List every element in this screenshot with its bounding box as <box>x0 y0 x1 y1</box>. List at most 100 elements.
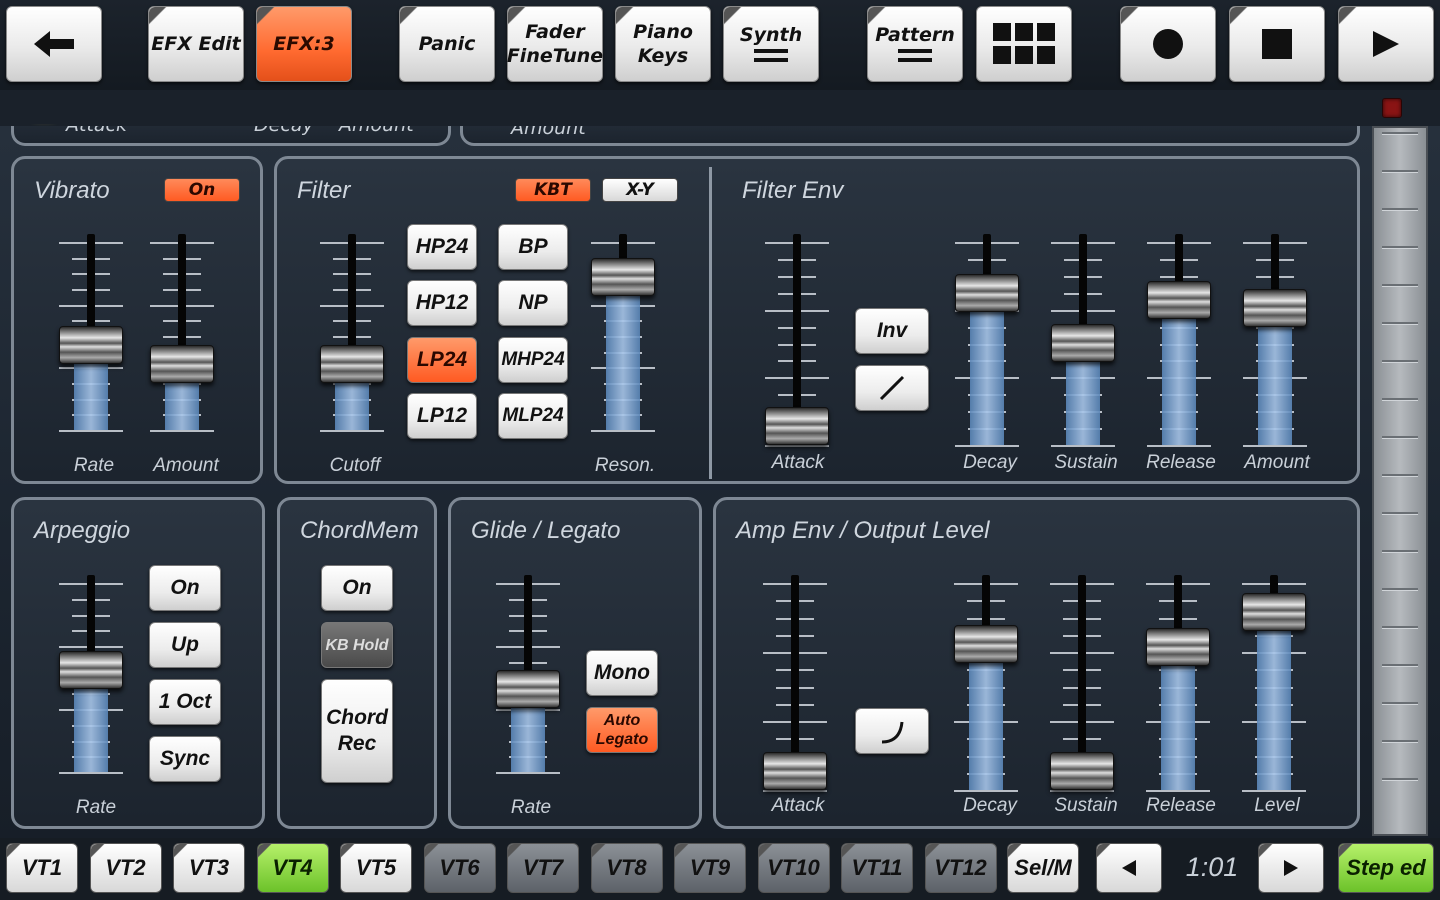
chord-rec-button[interactable]: Chord Rec <box>321 679 393 783</box>
track-button-vt7[interactable]: VT7 <box>507 843 579 893</box>
fader-track <box>178 234 186 355</box>
track-button-vt11[interactable]: VT11 <box>841 843 913 893</box>
filter-type-mlp24[interactable]: MLP24 <box>498 393 568 439</box>
pattern-button[interactable]: Pattern <box>867 6 963 82</box>
filter-type-hp12[interactable]: HP12 <box>407 280 477 326</box>
filter-kbt-button[interactable]: KBT <box>515 178 591 202</box>
stop-button[interactable] <box>1229 6 1325 82</box>
track-button-vt8[interactable]: VT8 <box>590 843 663 893</box>
fader-fill <box>1066 353 1100 445</box>
scroll-rail-notch <box>1382 740 1418 743</box>
fader-knob[interactable] <box>59 325 123 364</box>
fader-knob[interactable] <box>1050 752 1114 790</box>
fader-track <box>87 575 95 662</box>
arpeggio-rate-label: Rate <box>75 797 117 818</box>
kb-hold-button[interactable]: KB Hold <box>321 622 393 668</box>
efx-edit-button[interactable]: EFX Edit <box>148 6 244 82</box>
fader-knob[interactable] <box>1051 323 1115 362</box>
fader-fill <box>1258 319 1292 445</box>
mono-button[interactable]: Mono <box>586 650 658 696</box>
synth-button[interactable]: Synth <box>723 6 819 82</box>
piano-keys-button[interactable]: Piano Keys <box>615 6 711 82</box>
track-button-vt12[interactable]: VT12 <box>924 843 997 893</box>
grid-view-button[interactable] <box>976 6 1072 82</box>
filter-env-inv-button[interactable]: Inv <box>855 308 929 354</box>
amp-env-sustain-label: Sustain <box>1054 795 1118 816</box>
fader-knob[interactable] <box>955 273 1019 312</box>
filter-env-decay-label: Decay <box>963 452 1017 473</box>
fader-finetune-button[interactable]: Fader FineTune <box>507 6 603 82</box>
fader-knob[interactable] <box>763 752 827 790</box>
play-button[interactable] <box>1338 6 1434 82</box>
fader-knob[interactable] <box>954 624 1018 663</box>
menu-lines-icon <box>754 49 788 62</box>
fader-knob[interactable] <box>320 344 384 383</box>
prev-button[interactable] <box>1096 843 1162 893</box>
chordmem-on-button[interactable]: On <box>321 565 393 611</box>
fader-knob[interactable] <box>150 344 214 383</box>
fader-tick <box>1050 790 1114 792</box>
fader-knob[interactable] <box>59 651 123 690</box>
filter-title: Filter <box>297 177 351 204</box>
fader-knob[interactable] <box>765 407 829 445</box>
back-button[interactable] <box>6 6 102 82</box>
track-button-vt1[interactable]: VT1 <box>6 843 78 893</box>
scroll-rail[interactable] <box>1372 126 1428 836</box>
vibrato-panel: Vibrato On Rate Amount <box>11 156 263 484</box>
fader-knob[interactable] <box>1146 628 1210 667</box>
filter-type-mhp24[interactable]: MHP24 <box>498 337 568 383</box>
chordmem-title: ChordMem <box>300 517 419 544</box>
amp-env-curve-button[interactable] <box>855 708 929 754</box>
fader-knob[interactable] <box>1243 289 1307 328</box>
arpeggio-octave-button[interactable]: 1 Oct <box>149 679 221 725</box>
efx3-button[interactable]: EFX:3 <box>256 6 352 82</box>
sel-m-button[interactable]: Sel/M <box>1007 843 1079 893</box>
fader-track <box>1078 575 1086 762</box>
amp-env-attack-label: Attack <box>771 795 825 816</box>
back-arrow-icon <box>34 31 74 57</box>
filter-type-lp24[interactable]: LP24 <box>407 337 477 383</box>
track-button-vt4[interactable]: VT4 <box>256 843 329 893</box>
track-button-vt9[interactable]: VT9 <box>674 843 746 893</box>
fader-tick <box>150 430 214 432</box>
record-button[interactable] <box>1120 6 1216 82</box>
track-button-vt2[interactable]: VT2 <box>89 843 162 893</box>
fader-knob[interactable] <box>1242 592 1306 631</box>
filter-xy-button[interactable]: X-Y <box>602 178 678 202</box>
scroll-rail-notch <box>1382 436 1418 439</box>
fader-tick <box>591 430 655 432</box>
fader-track <box>793 234 801 417</box>
filter-type-bp[interactable]: BP <box>498 224 568 270</box>
arpeggio-sync-button[interactable]: Sync <box>149 736 221 782</box>
fader-fill <box>1257 622 1291 790</box>
fader-tick <box>1243 445 1307 447</box>
scroll-rail-notch <box>1382 664 1418 667</box>
fader-knob[interactable] <box>591 257 655 296</box>
panic-button[interactable]: Panic <box>399 6 495 82</box>
track-button-vt5[interactable]: VT5 <box>340 843 412 893</box>
fader-track <box>348 234 356 355</box>
fader-knob[interactable] <box>496 670 560 709</box>
arpeggio-up-button[interactable]: Up <box>149 622 221 668</box>
scroll-rail-notch <box>1382 588 1418 591</box>
filter-env-slope-button[interactable] <box>855 365 929 411</box>
next-button[interactable] <box>1258 843 1324 893</box>
filter-type-lp12[interactable]: LP12 <box>407 393 477 439</box>
arpeggio-on-button[interactable]: On <box>149 565 221 611</box>
filter-type-hp24[interactable]: HP24 <box>407 224 477 270</box>
fader-fill <box>970 303 1004 445</box>
scroll-rail-notch <box>1382 284 1418 287</box>
amp-env-decay-label: Decay <box>963 795 1017 816</box>
track-button-vt6[interactable]: VT6 <box>423 843 496 893</box>
filter-type-np[interactable]: NP <box>498 280 568 326</box>
fader-tick <box>1146 790 1210 792</box>
step-edit-button[interactable]: Step ed <box>1338 843 1434 893</box>
track-button-vt3[interactable]: VT3 <box>173 843 245 893</box>
auto-legato-button[interactable]: Auto Legato <box>586 707 658 753</box>
fader-tick <box>320 430 384 432</box>
fader-fill <box>74 355 108 430</box>
fader-knob[interactable] <box>1147 280 1211 319</box>
triangle-right-icon <box>1284 860 1298 876</box>
vibrato-on-button[interactable]: On <box>164 178 240 202</box>
track-button-vt10[interactable]: VT10 <box>757 843 830 893</box>
